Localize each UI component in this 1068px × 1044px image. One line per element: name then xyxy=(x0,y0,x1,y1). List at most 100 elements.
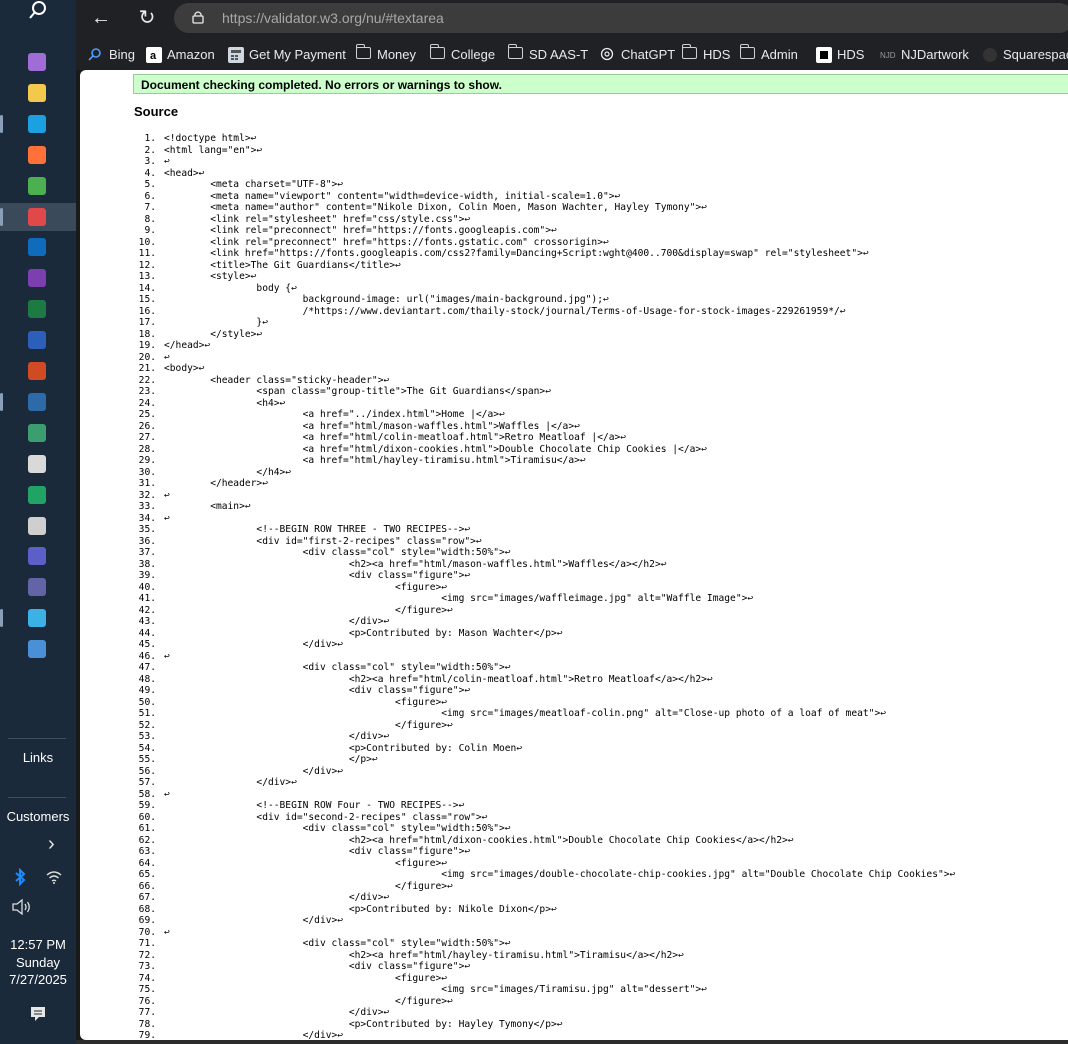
source-line: 7. <meta name="author" content="Nikole D… xyxy=(134,202,955,214)
source-line: 15. background-image: url("images/main-b… xyxy=(134,294,955,306)
puzzle-icon[interactable] xyxy=(28,455,46,473)
line-text: <img src="images/waffleimage.jpg" alt="W… xyxy=(164,593,754,604)
amazon-icon: a xyxy=(146,47,162,63)
calculator-icon[interactable] xyxy=(28,517,46,535)
source-line: 32. ↩ xyxy=(134,490,955,502)
firefox-icon[interactable] xyxy=(28,146,46,164)
line-text: <title>The Git Guardians</title>↩ xyxy=(164,259,401,271)
source-line: 4. <head>↩ xyxy=(134,168,955,180)
line-number: 61. xyxy=(138,823,156,834)
address-bar[interactable]: https://validator.w3.org/nu/#textarea xyxy=(174,3,1068,33)
clock-day[interactable]: Sunday xyxy=(0,955,76,970)
source-line: 44. <p>Contributed by: Mason Wachter</p>… xyxy=(134,628,955,640)
url-host: https://validator.w3.org xyxy=(222,10,363,26)
bookmark-item[interactable]: SD AAS-T xyxy=(508,42,588,66)
search-icon[interactable] xyxy=(26,0,50,22)
back-button[interactable]: ← xyxy=(88,6,114,30)
clock-date[interactable]: 7/27/2025 xyxy=(0,972,76,987)
bookmark-item[interactable]: Squarespace xyxy=(982,42,1068,66)
line-text: <a href="html/colin-meatloaf.html">Retro… xyxy=(164,432,627,443)
url-text[interactable]: https://validator.w3.org/nu/#textarea xyxy=(222,10,444,26)
line-text: <a href="html/hayley-tiramisu.html">Tira… xyxy=(164,455,586,466)
source-line: 63. <div class="figure">↩ xyxy=(134,846,955,858)
outlook-icon[interactable] xyxy=(28,238,46,256)
running-indicator xyxy=(0,393,3,411)
line-number: 5. xyxy=(144,179,156,190)
bookmark-label: SD AAS-T xyxy=(529,46,589,62)
running-indicator xyxy=(0,609,3,627)
customers-toolbar-label[interactable]: Customers xyxy=(0,809,76,824)
bookmark-item[interactable]: a Amazon xyxy=(146,42,215,66)
source-line: 42. </figure>↩ xyxy=(134,605,955,617)
browser-chrome: ← ↻ https://validator.w3.org/nu/#textare… xyxy=(76,0,1068,70)
paint-icon[interactable] xyxy=(28,208,46,226)
line-text: </figure>↩ xyxy=(164,880,453,892)
reload-button[interactable]: ↻ xyxy=(134,6,160,30)
wifi-icon[interactable] xyxy=(46,870,62,887)
onenote-icon[interactable] xyxy=(28,269,46,287)
line-number: 37. xyxy=(138,547,156,558)
clock-time[interactable]: 12:57 PM xyxy=(0,937,76,952)
teams-icon[interactable] xyxy=(28,547,46,565)
line-text: <div class="col" style="width:50%">↩ xyxy=(164,662,511,673)
copilot-icon[interactable] xyxy=(28,53,46,71)
line-text: <!doctype html>↩ xyxy=(164,133,257,144)
solitaire-collection-icon[interactable] xyxy=(28,424,46,442)
line-text: </div>↩ xyxy=(164,777,297,788)
edge-icon[interactable] xyxy=(28,115,46,133)
source-line: 71. <div class="col" style="width:50%">↩ xyxy=(134,938,955,950)
green-circle-app-icon[interactable] xyxy=(28,486,46,504)
line-text: ↩ xyxy=(164,512,170,524)
word-icon[interactable] xyxy=(28,331,46,349)
line-text: </div>↩ xyxy=(164,892,390,903)
line-number: 30. xyxy=(138,466,156,478)
line-number: 45. xyxy=(138,639,156,650)
teams-classic-icon[interactable] xyxy=(28,578,46,596)
bookmark-item[interactable]: College xyxy=(430,42,495,66)
notifications-icon[interactable] xyxy=(30,1006,46,1025)
solitaire-icon[interactable] xyxy=(28,393,46,411)
bookmark-item[interactable]: Get My Payment xyxy=(228,42,346,66)
line-text: ↩ xyxy=(164,156,170,167)
bookmark-item[interactable]: HDS xyxy=(682,42,730,66)
line-number: 79. xyxy=(138,1030,156,1040)
settings-app-icon[interactable] xyxy=(28,640,46,658)
line-text: <figure>↩ xyxy=(164,696,448,708)
source-line: 78. <p>Contributed by: Hayley Tymony</p>… xyxy=(134,1019,955,1031)
line-number: 43. xyxy=(138,616,156,627)
source-line: 55. </p>↩ xyxy=(134,754,955,766)
volume-icon[interactable] xyxy=(12,898,32,918)
bluetooth-icon[interactable] xyxy=(14,867,26,889)
source-line: 66. </figure>↩ xyxy=(134,881,955,893)
line-text: <p>Contributed by: Mason Wachter</p>↩ xyxy=(164,627,563,639)
bookmark-item[interactable]: Bing xyxy=(88,42,135,66)
bookmark-label: Amazon xyxy=(167,46,215,62)
line-text: <div class="col" style="width:50%">↩ xyxy=(164,823,511,834)
folder-icon xyxy=(508,44,524,61)
source-line: 41. <img src="images/waffleimage.jpg" al… xyxy=(134,593,955,605)
bookmark-item[interactable]: ChatGPT xyxy=(600,42,675,66)
excel-icon[interactable] xyxy=(28,300,46,318)
line-number: 7. xyxy=(144,202,156,213)
source-line: 74. <figure>↩ xyxy=(134,973,955,985)
bookmark-item[interactable]: HDS xyxy=(816,42,864,66)
powerpoint-icon[interactable] xyxy=(28,362,46,380)
bookmark-label: College xyxy=(451,46,496,62)
source-line: 56. </div>↩ xyxy=(134,766,955,778)
notepad-icon[interactable] xyxy=(28,609,46,627)
source-line: 62. <h2><a href="html/dixon-cookies.html… xyxy=(134,835,955,847)
bookmark-item[interactable]: Money xyxy=(356,42,416,66)
bookmark-item[interactable]: Admin xyxy=(740,42,798,66)
line-text: <link href="https://fonts.googleapis.com… xyxy=(164,248,869,259)
line-text: </style>↩ xyxy=(164,328,263,340)
file-explorer-icon[interactable] xyxy=(28,84,46,102)
line-number: 25. xyxy=(138,409,156,420)
lock-icon[interactable] xyxy=(192,10,204,24)
chrome-icon[interactable] xyxy=(28,177,46,195)
source-line: 17. }↩ xyxy=(134,317,955,329)
chevron-right-icon[interactable]: › xyxy=(48,833,55,856)
line-number: 50. xyxy=(138,696,156,708)
taskbar-divider xyxy=(8,738,66,739)
bookmark-item[interactable]: NJD NJDartwork xyxy=(880,42,969,66)
links-toolbar-label[interactable]: Links xyxy=(0,750,76,765)
